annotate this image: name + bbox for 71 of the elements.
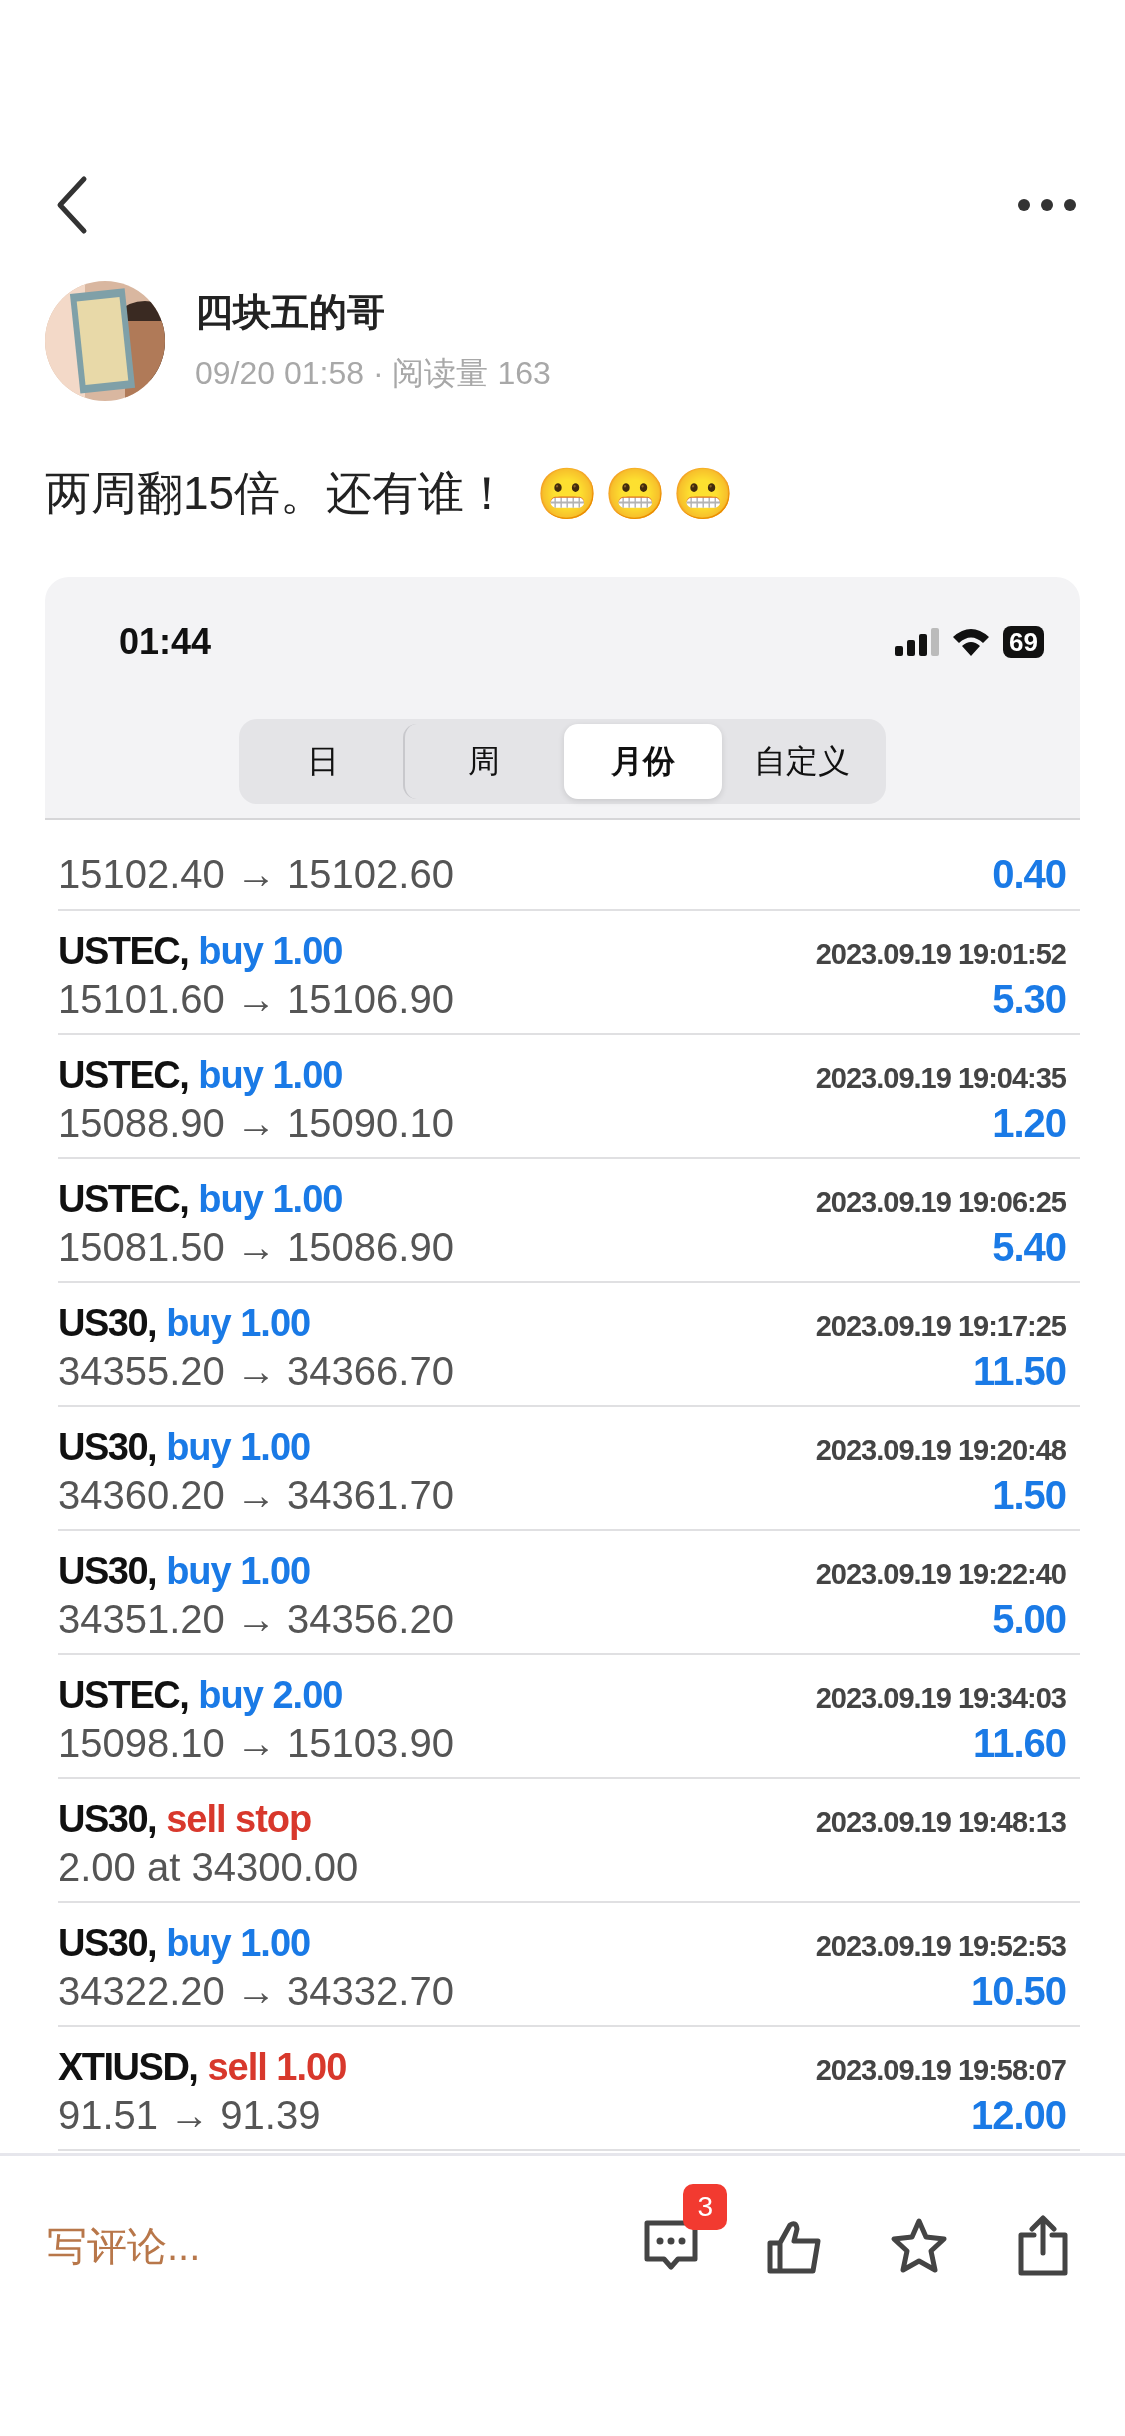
trade-side: buy 1.00 — [166, 1302, 311, 1345]
emoji: 😬 — [536, 469, 599, 519]
trade-symbol: US30, — [58, 1550, 157, 1593]
trade-prices: 15102.40 → 15102.60 — [58, 852, 454, 897]
trade-prices: 34360.20 → 34361.70 — [58, 1473, 454, 1518]
trade-profit: 10.50 — [970, 1969, 1066, 2014]
trade-time: 2023.09.19 19:22:40 — [815, 1558, 1066, 1591]
trade-side: buy 1.00 — [198, 930, 343, 973]
trade-side: buy 1.00 — [198, 1178, 343, 1221]
trade-profit: 1.20 — [992, 1101, 1066, 1146]
trade-side: sell 1.00 — [207, 2046, 347, 2089]
battery-level: 69 — [1003, 626, 1044, 658]
trade-time: 2023.09.19 19:20:48 — [815, 1434, 1066, 1467]
comment-icon — [642, 2219, 700, 2273]
period-tab[interactable]: 自定义 — [722, 724, 881, 799]
trade-profit: 12.00 — [970, 2093, 1066, 2138]
trade-prices: 91.51 → 91.39 — [58, 2093, 321, 2138]
emoji: 😬 — [604, 469, 667, 519]
trade-time: 2023.09.19 19:48:13 — [815, 1806, 1066, 1839]
trade-side: buy 2.00 — [198, 1674, 343, 1717]
trade-symbol: US30, — [58, 1426, 157, 1469]
trade-prices: 15081.50 → 15086.90 — [58, 1225, 454, 1270]
trade-time: 2023.09.19 19:06:25 — [815, 1186, 1066, 1219]
more-icon[interactable] — [1017, 198, 1077, 212]
trade-side: sell stop — [166, 1798, 312, 1841]
trade-symbol: US30, — [58, 1922, 157, 1965]
trade-profit: 5.40 — [992, 1225, 1066, 1270]
trade-prices: 34351.20 → 34356.20 — [58, 1597, 454, 1642]
trade-symbol: XTIUSD, — [58, 2046, 198, 2089]
trade-time: 2023.09.19 19:17:25 — [815, 1310, 1066, 1343]
comment-count-badge: 3 — [683, 2184, 727, 2230]
signal-icon — [895, 628, 940, 656]
trade-prices: 34355.20 → 34366.70 — [58, 1349, 454, 1394]
status-time: 01:44 — [119, 621, 212, 663]
trade-prices: 15098.10 → 15103.90 — [58, 1721, 454, 1766]
trade-symbol: USTEC, — [58, 930, 189, 973]
author-name[interactable]: 四块五的哥 — [195, 286, 551, 338]
back-icon[interactable] — [56, 175, 88, 235]
trade-symbol: USTEC, — [58, 1054, 189, 1097]
trade-time: 2023.09.19 19:58:07 — [815, 2054, 1066, 2087]
post-meta: 09/20 01:58 · 阅读量 163 — [195, 353, 551, 393]
trade-prices: 15101.60 → 15106.90 — [58, 977, 454, 1022]
share-icon — [1016, 2215, 1070, 2277]
trade-symbol: USTEC, — [58, 1178, 189, 1221]
trade-time: 2023.09.19 19:52:53 — [815, 1930, 1066, 1963]
emoji: 😬 — [672, 469, 735, 519]
post-text: 两周翻15倍。还有谁！ — [45, 466, 511, 521]
trade-profit: 11.60 — [973, 1721, 1066, 1766]
trade-profit: 5.30 — [992, 977, 1066, 1022]
period-tab[interactable]: 月份 — [563, 724, 723, 799]
trade-profit: 5.00 — [992, 1597, 1066, 1642]
trade-side: buy 1.00 — [198, 1054, 343, 1097]
trade-side: buy 1.00 — [166, 1426, 311, 1469]
trade-side: buy 1.00 — [166, 1550, 311, 1593]
trade-prices: 34322.20 → 34332.70 — [58, 1969, 454, 2014]
trade-profit: 11.50 — [973, 1349, 1066, 1394]
trade-time: 2023.09.19 19:34:03 — [815, 1682, 1066, 1715]
trade-symbol: US30, — [58, 1302, 157, 1345]
trade-time: 2023.09.19 19:04:35 — [815, 1062, 1066, 1095]
trade-time: 2023.09.19 19:01:52 — [815, 938, 1066, 971]
star-icon — [889, 2217, 949, 2275]
trade-prices: 15088.90 → 15090.10 — [58, 1101, 454, 1146]
trade-prices: 2.00 at 34300.00 — [58, 1845, 359, 1890]
trade-profit: 1.50 — [992, 1473, 1066, 1518]
trade-profit: 0.40 — [992, 852, 1066, 897]
trade-side: buy 1.00 — [166, 1922, 311, 1965]
trade-symbol: USTEC, — [58, 1674, 189, 1717]
comment-field[interactable]: 写评论... — [45, 2222, 579, 2270]
period-tab[interactable]: 日 — [244, 724, 403, 799]
wifi-icon — [951, 627, 992, 657]
trade-symbol: US30, — [58, 1798, 157, 1841]
